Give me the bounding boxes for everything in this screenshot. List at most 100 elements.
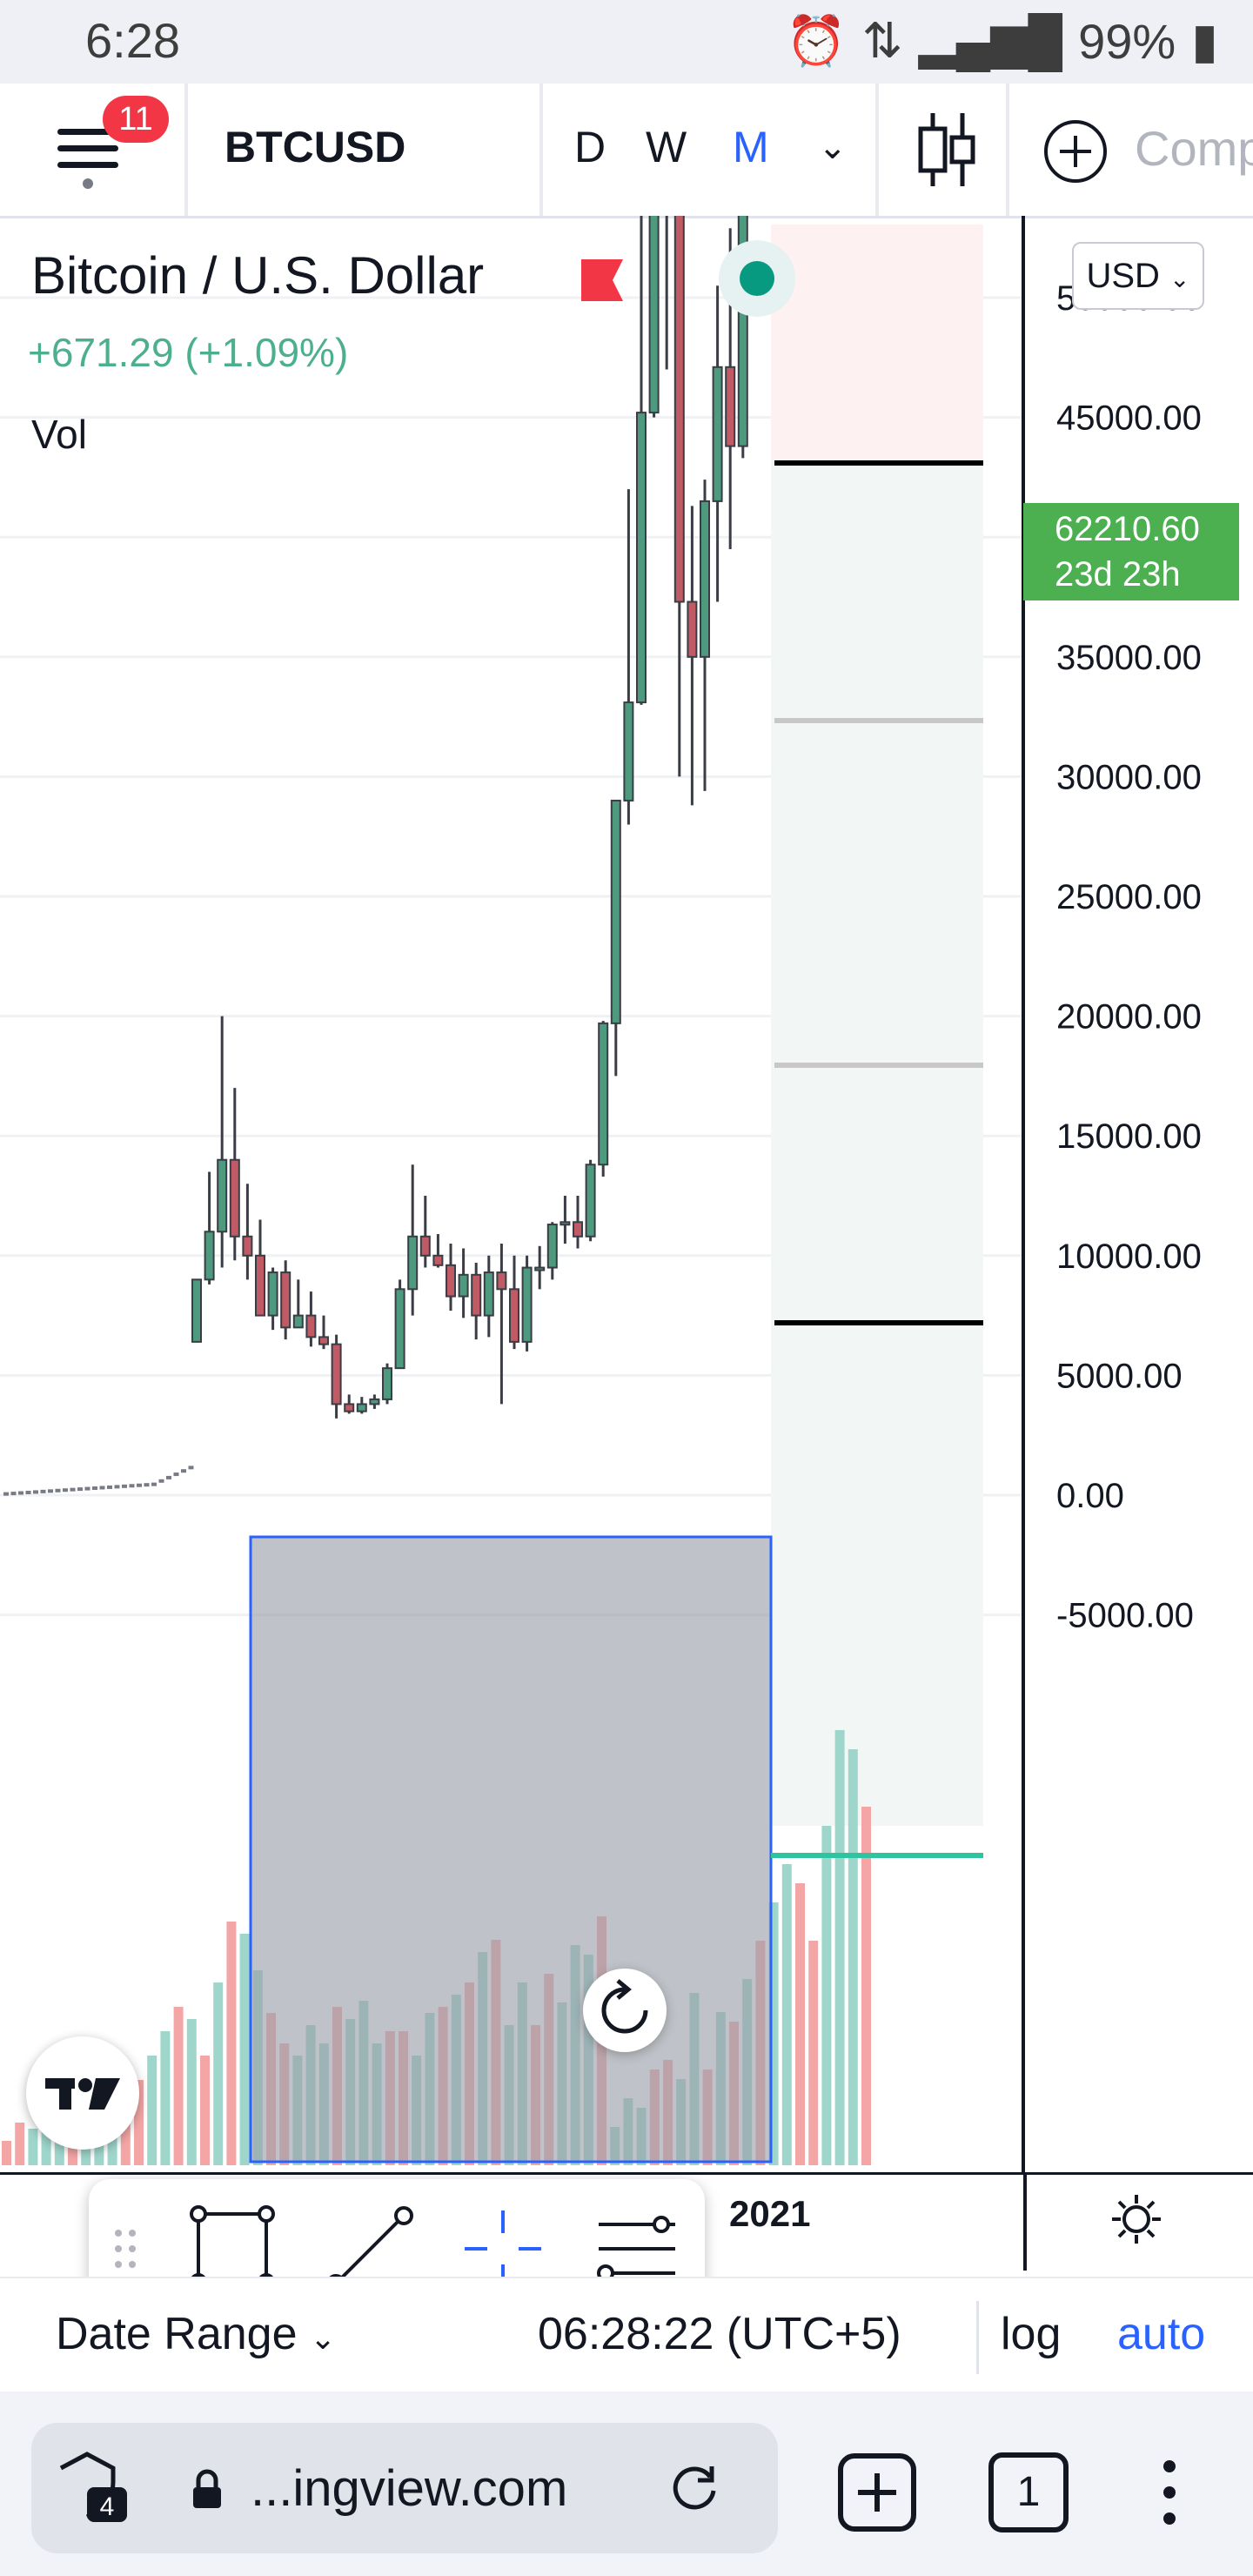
history-candle [151, 1482, 157, 1486]
chevron-down-icon[interactable]: ⌄ [818, 127, 848, 167]
history-candle [55, 1488, 61, 1493]
candle-down [280, 1271, 291, 1329]
volume-bar [147, 2056, 157, 2165]
candle-up [648, 216, 660, 414]
tradingview-logo[interactable] [26, 2036, 139, 2150]
date-range-highlight-top [771, 225, 983, 460]
interval-week[interactable]: W [646, 122, 687, 172]
candle-up [369, 1398, 380, 1405]
notification-badge: 11 [103, 96, 169, 143]
price-tick-label: 25000.00 [1056, 878, 1202, 916]
volume-bar [2, 2141, 11, 2165]
status-bar: 6:28 ⏰ ⇅ ▂▄▆█ 99% ▮ [0, 0, 1253, 84]
candle-down [331, 1343, 342, 1405]
time-scale-divider [1023, 2175, 1027, 2271]
price-tick-label: 0.00 [1056, 1477, 1124, 1515]
volume-bar [821, 1826, 832, 2165]
history-candle [173, 1472, 179, 1477]
status-time: 6:28 [85, 13, 180, 68]
tracker-count: 4 [100, 2492, 115, 2521]
more-options-icon[interactable] [1149, 2454, 1190, 2531]
candle-up [407, 1235, 419, 1291]
history-candle [84, 1486, 90, 1491]
history-candle [63, 1488, 68, 1493]
legend-price-change: +671.29 (+1.09%) [28, 330, 349, 375]
currency-label: USD [1086, 257, 1160, 295]
symbol-search-button[interactable]: BTCUSD [224, 122, 405, 172]
candle-down [725, 366, 736, 447]
bar-countdown: 23d 23h [1055, 555, 1181, 594]
log-scale-toggle[interactable]: log [1001, 2308, 1061, 2360]
candle-up [267, 1271, 278, 1317]
legend-volume-label[interactable]: Vol [31, 411, 87, 458]
volume-bar [795, 1883, 805, 2165]
volume-bar [200, 2056, 210, 2165]
reload-icon[interactable] [667, 2459, 722, 2515]
price-tick-label: 20000.00 [1056, 998, 1202, 1036]
signal-icon: ▂▄▆█ [918, 13, 1063, 68]
candle-down [229, 1158, 240, 1238]
url-text[interactable]: ...ingview.com [251, 2459, 567, 2518]
candle-up [394, 1288, 405, 1370]
history-candle [48, 1489, 53, 1493]
history-candle [188, 1466, 194, 1470]
toolbar-divider [1006, 84, 1009, 216]
bottom-bar-divider [976, 2301, 979, 2374]
flag-icon[interactable] [580, 258, 625, 303]
currency-select[interactable]: USD ⌄ [1072, 242, 1204, 310]
lock-icon [193, 2469, 221, 2508]
candle-style-icon[interactable] [915, 111, 978, 188]
candle-up [356, 1403, 367, 1412]
candlestick-series [3, 216, 748, 1496]
shield-tracker-icon[interactable]: 4 [52, 2447, 131, 2526]
volume-bar [848, 1749, 858, 2165]
candle-up [458, 1273, 469, 1298]
date-range-button[interactable]: Date Range ⌄ [56, 2308, 336, 2360]
candle-up [483, 1271, 494, 1317]
battery-icon: ▮ [1191, 13, 1218, 68]
history-candle [33, 1490, 38, 1494]
history-candle [181, 1469, 186, 1473]
history-candle [158, 1479, 164, 1483]
candle-down [446, 1264, 456, 1298]
volume-bar [226, 1922, 237, 2165]
last-price-value: 62210.60 [1055, 510, 1200, 548]
alarm-icon: ⏰ [785, 13, 847, 68]
candle-up [382, 1367, 392, 1400]
candle-down [573, 1221, 583, 1238]
reset-chart-button[interactable] [583, 1969, 667, 2052]
volume-bar [239, 1934, 250, 2165]
time-scale-label: 2021 [729, 2193, 811, 2234]
price-tick-label: 30000.00 [1056, 758, 1202, 796]
interval-month[interactable]: M [733, 122, 769, 172]
battery-level: 99% [1078, 13, 1176, 69]
candle-down [673, 216, 685, 603]
candle-down [255, 1254, 265, 1317]
interval-day[interactable]: D [574, 122, 606, 172]
timezone-clock[interactable]: 06:28:22 (UTC+5) [538, 2308, 901, 2360]
candle-up [204, 1231, 215, 1281]
add-compare-icon[interactable] [1041, 117, 1110, 186]
compare-button-label[interactable]: Comp [1135, 120, 1253, 177]
settings-gear-icon[interactable] [1109, 2191, 1164, 2247]
candle-down [471, 1273, 482, 1317]
history-candle [10, 1492, 17, 1496]
history-candle [129, 1484, 135, 1488]
candle-down [496, 1271, 507, 1291]
new-tab-icon[interactable] [837, 2452, 917, 2532]
candle-up [559, 1221, 571, 1226]
volume-bar [808, 1941, 819, 2165]
candle-up [610, 799, 621, 1024]
price-tick-label: -5000.00 [1056, 1597, 1194, 1635]
auto-scale-toggle[interactable]: auto [1117, 2308, 1205, 2360]
toolbar-divider [875, 84, 879, 216]
candle-up [636, 412, 647, 704]
tab-switcher-button[interactable]: 1 [988, 2452, 1069, 2532]
history-candle [70, 1487, 76, 1492]
tradingview-logo-icon [45, 2078, 120, 2110]
candle-down [687, 600, 698, 658]
candle-down [305, 1314, 317, 1338]
price-tick-label: 45000.00 [1056, 399, 1202, 438]
history-candle [3, 1492, 9, 1496]
market-status-icon[interactable] [719, 240, 795, 317]
